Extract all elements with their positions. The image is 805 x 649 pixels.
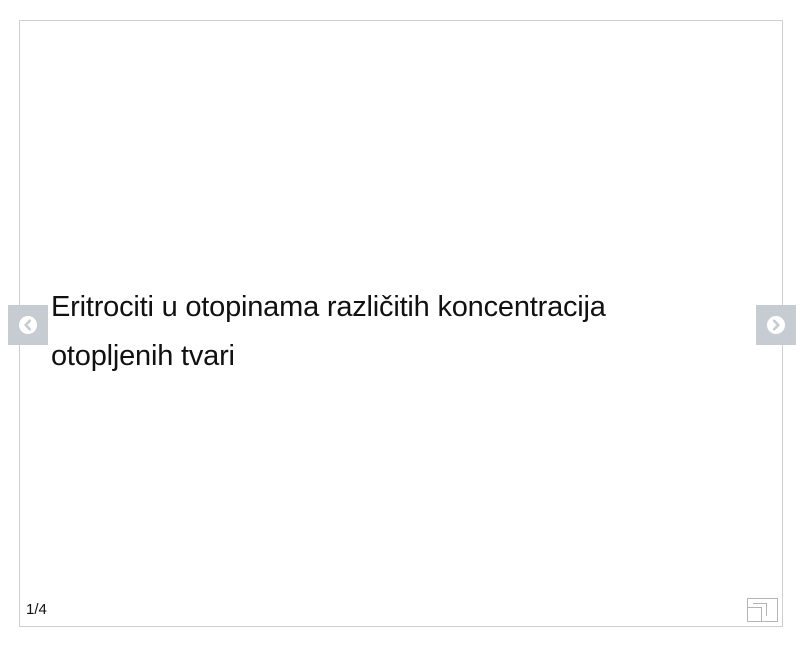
slide-frame: Eritrociti u otopinama različitih koncen… xyxy=(19,20,783,627)
slide-title: Eritrociti u otopinama različitih koncen… xyxy=(51,291,606,372)
slideshow-viewport: Eritrociti u otopinama različitih koncen… xyxy=(0,0,805,649)
prev-slide-button[interactable] xyxy=(8,305,48,345)
fullscreen-icon xyxy=(747,598,778,622)
chevron-left-circle-icon xyxy=(19,316,37,334)
fullscreen-button[interactable] xyxy=(747,598,779,622)
chevron-right-circle-icon xyxy=(767,316,785,334)
slide-counter: 1/4 xyxy=(26,601,47,618)
next-slide-button[interactable] xyxy=(756,305,796,345)
